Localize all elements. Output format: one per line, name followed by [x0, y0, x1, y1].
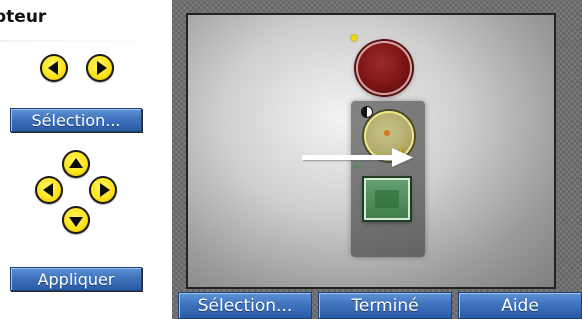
select-button[interactable]: Sélection...: [10, 108, 142, 132]
green-indicator-face: [375, 190, 399, 208]
move-up-button[interactable]: [62, 150, 90, 178]
arrow-left-icon: [42, 56, 66, 80]
plus-icon: +: [352, 159, 363, 173]
sun-icon: ✷: [348, 31, 360, 47]
move-left-button[interactable]: [35, 176, 63, 204]
arrow-right-icon: [88, 56, 112, 80]
prev-button[interactable]: [40, 54, 68, 82]
viewer-frame: ✷ ⤡ + Sélection... Terminé Aide: [172, 0, 582, 319]
move-down-button[interactable]: [62, 206, 90, 234]
apply-button[interactable]: Appliquer: [10, 267, 142, 291]
help-button[interactable]: Aide: [458, 292, 582, 319]
scene-viewport[interactable]: ✷ ⤡ +: [186, 13, 556, 289]
panel-title-divider: [0, 40, 165, 42]
half-contrast-icon: [361, 106, 373, 118]
arrow-left-icon: [37, 178, 61, 202]
arrow-up-icon: [64, 152, 88, 176]
next-button[interactable]: [86, 54, 114, 82]
dial-indicator: [384, 130, 390, 136]
move-right-button[interactable]: [89, 176, 117, 204]
select-button-bottom[interactable]: Sélection...: [178, 292, 312, 319]
red-light[interactable]: [356, 41, 412, 95]
done-button[interactable]: Terminé: [318, 292, 452, 319]
arrow-right-icon: [91, 178, 115, 202]
arrow-down-icon: [64, 208, 88, 232]
panel-title: pteur: [0, 7, 47, 27]
